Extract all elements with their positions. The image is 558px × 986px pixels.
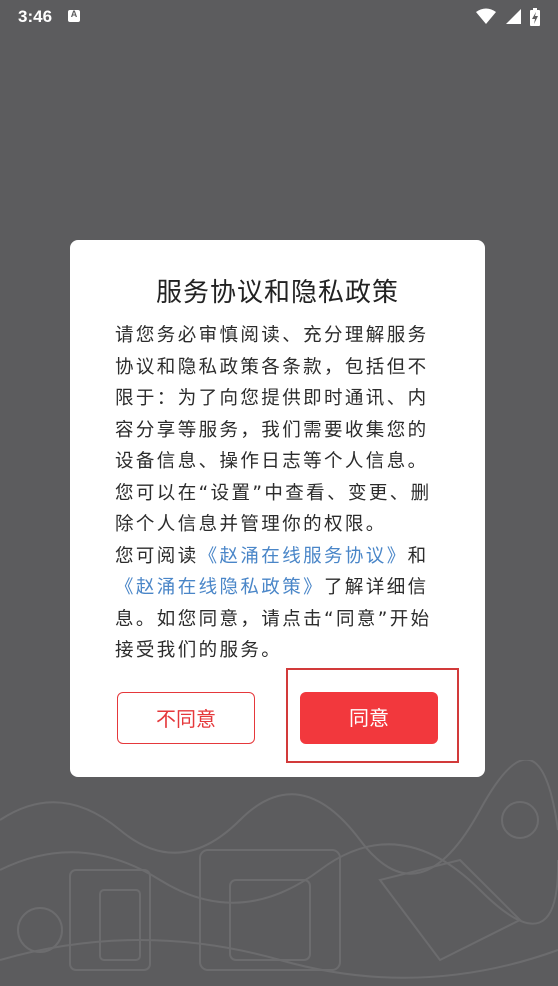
notification-icon-glyph: A: [70, 9, 78, 19]
battery-charging-icon: [530, 8, 540, 26]
agree-button-highlight: [286, 668, 459, 763]
status-icons: [472, 8, 540, 26]
dialog-paragraph-consent: 请您务必审慎阅读、充分理解服务协议和隐私政策各条款，包括但不限于：为了向您提供即…: [115, 325, 432, 535]
status-bar: 3:46 A: [0, 0, 558, 34]
app-screen: 3:46 A 服务协议和隐私政策 请您务必审慎阅读、充分理解服务协议和隐私政策各…: [0, 0, 558, 986]
dialog-body: 请您务必审慎阅读、充分理解服务协议和隐私政策各条款，包括但不限于：为了向您提供即…: [115, 320, 435, 667]
service-agreement-link[interactable]: 《赵涌在线服务协议》: [199, 546, 408, 567]
background-engraving-image: [0, 760, 558, 979]
privacy-policy-link[interactable]: 《赵涌在线隐私政策》: [115, 577, 324, 598]
status-time: 3:46: [18, 7, 53, 26]
links-prefix-text: 您可阅读: [115, 545, 199, 567]
notification-icon: A: [68, 9, 80, 22]
wifi-icon: [475, 8, 496, 24]
disagree-button[interactable]: 不同意: [117, 692, 255, 744]
links-and-text: 和: [407, 545, 429, 567]
dialog-title: 服务协议和隐私政策: [155, 278, 399, 308]
signal-icon: [505, 9, 521, 24]
dialog-paragraph-links: 您可阅读《赵涌在线服务协议》和《赵涌在线隐私政策》了解详细信息。如您同意，请点击…: [115, 541, 435, 667]
